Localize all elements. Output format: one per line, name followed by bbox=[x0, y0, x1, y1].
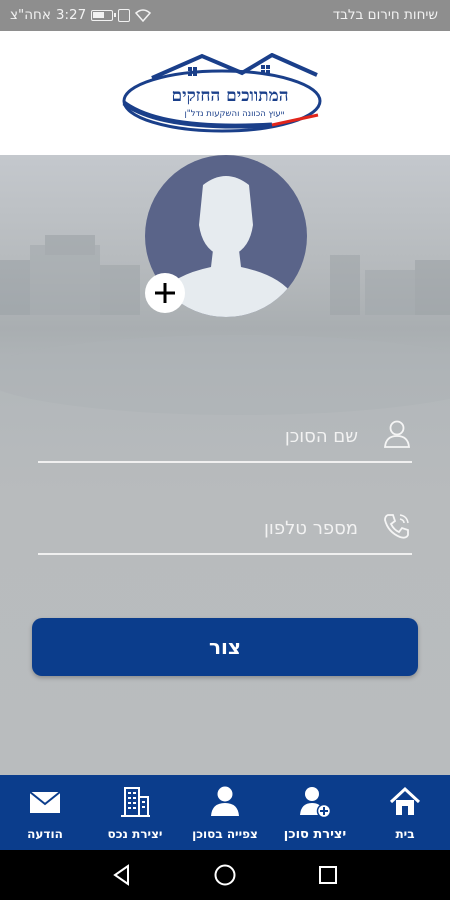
plus-icon bbox=[155, 283, 175, 303]
add-agent-icon bbox=[300, 787, 332, 819]
status-bar: אחה"צ 3:27 שיחות חירום בלבד bbox=[0, 0, 450, 31]
person-icon bbox=[211, 786, 239, 816]
nav-label-view-agent: צפייה בסוכן bbox=[192, 827, 258, 841]
agent-name-input[interactable] bbox=[38, 413, 358, 459]
nav-item-create-property[interactable]: יצירת נכס bbox=[90, 775, 180, 850]
back-triangle-icon bbox=[112, 864, 129, 886]
status-indicators: אחה"צ 3:27 bbox=[10, 7, 152, 23]
nav-label-create-agent: יצירת סוכן bbox=[283, 827, 347, 842]
logo-subtitle: ייעוץ הכוונה והשקעות נדל"ן bbox=[184, 109, 285, 119]
add-photo-button[interactable] bbox=[145, 273, 185, 313]
nav-item-create-agent[interactable]: יצירת סוכן bbox=[270, 775, 360, 850]
recents-button[interactable] bbox=[313, 860, 343, 890]
background-shore bbox=[0, 335, 450, 415]
nav-item-home[interactable]: בית bbox=[360, 775, 450, 850]
mail-icon bbox=[29, 791, 61, 813]
recents-square-icon bbox=[319, 866, 338, 884]
agent-name-field[interactable] bbox=[38, 413, 412, 463]
clock-period: אחה"צ bbox=[10, 7, 51, 23]
phone-field[interactable] bbox=[38, 505, 412, 555]
user-outline-icon bbox=[384, 420, 410, 448]
agent-form-area: צור bbox=[0, 155, 450, 775]
phone-icon bbox=[384, 514, 409, 539]
nav-item-view-agent[interactable]: צפייה בסוכן bbox=[180, 775, 270, 850]
clock-time: 3:27 bbox=[55, 7, 87, 23]
home-system-button[interactable] bbox=[210, 860, 240, 890]
logo-title: המתווכים החזקים bbox=[171, 86, 289, 106]
back-button[interactable] bbox=[107, 860, 137, 890]
wifi-icon bbox=[135, 8, 152, 22]
create-agent-button[interactable]: צור bbox=[32, 618, 418, 676]
home-icon bbox=[389, 786, 421, 815]
nav-label-message: הודעה bbox=[27, 827, 63, 841]
carrier-text: שיחות חירום בלבד bbox=[332, 7, 438, 23]
system-nav-bar bbox=[0, 850, 450, 900]
nav-item-message[interactable]: הודעה bbox=[0, 775, 90, 850]
battery-icon bbox=[91, 9, 117, 21]
phone-input[interactable] bbox=[38, 505, 358, 551]
sim-icon bbox=[118, 8, 131, 22]
nav-label-home: בית bbox=[395, 827, 415, 841]
app-header: המתווכים החזקים ייעוץ הכוונה והשקעות נדל… bbox=[0, 31, 450, 155]
building-icon bbox=[121, 787, 150, 817]
bottom-navigation: בית יצירת סוכן צפייה בסוכן יצירת נכס הוד… bbox=[0, 775, 450, 850]
nav-label-create-property: יצירת נכס bbox=[107, 827, 163, 841]
home-circle-icon bbox=[214, 864, 236, 886]
